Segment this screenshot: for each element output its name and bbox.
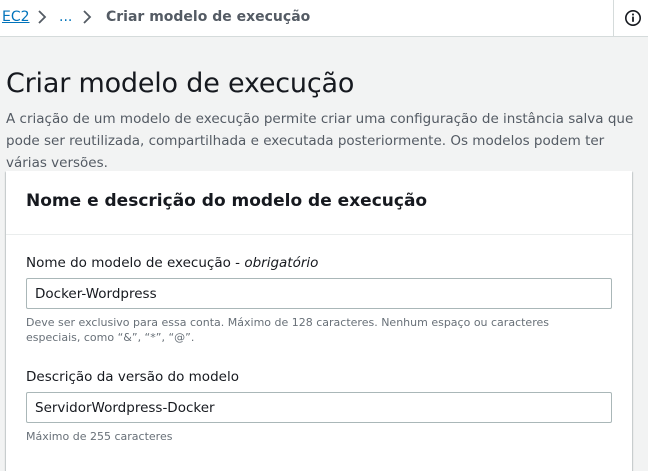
breadcrumb-bar: EC2 ... Criar modelo de execução — [0, 0, 648, 37]
version-description-input[interactable] — [26, 392, 612, 423]
panel-header: Nome e descrição do modelo de execução — [6, 171, 632, 235]
template-name-input[interactable] — [26, 278, 612, 309]
chevron-right-icon — [37, 9, 47, 25]
template-name-label: Nome do modelo de execução - obrigatório — [26, 255, 318, 272]
template-name-label-text: Nome do modelo de execução - — [26, 255, 245, 271]
version-description-constraint: Máximo de 255 caracteres — [26, 430, 173, 443]
page-description: A criação de um modelo de execução permi… — [6, 111, 634, 171]
page-title: Criar modelo de execução — [6, 68, 355, 99]
chevron-right-icon — [82, 9, 92, 25]
breadcrumb-ec2-link[interactable]: EC2 — [2, 9, 30, 26]
breadcrumb-current: Criar modelo de execução — [106, 9, 311, 25]
launch-template-name-panel: Nome e descrição do modelo de execução N… — [6, 171, 632, 471]
info-icon[interactable] — [624, 9, 642, 27]
panel-title: Nome e descrição do modelo de execução — [26, 191, 428, 211]
template-name-constraint: Deve ser exclusivo para essa conta. Máxi… — [26, 316, 549, 344]
version-description-label: Descrição da versão do modelo — [26, 369, 239, 385]
breadcrumb-ellipsis-link[interactable]: ... — [59, 9, 72, 26]
required-indicator: obrigatório — [244, 255, 319, 271]
topbar-divider — [613, 0, 614, 37]
